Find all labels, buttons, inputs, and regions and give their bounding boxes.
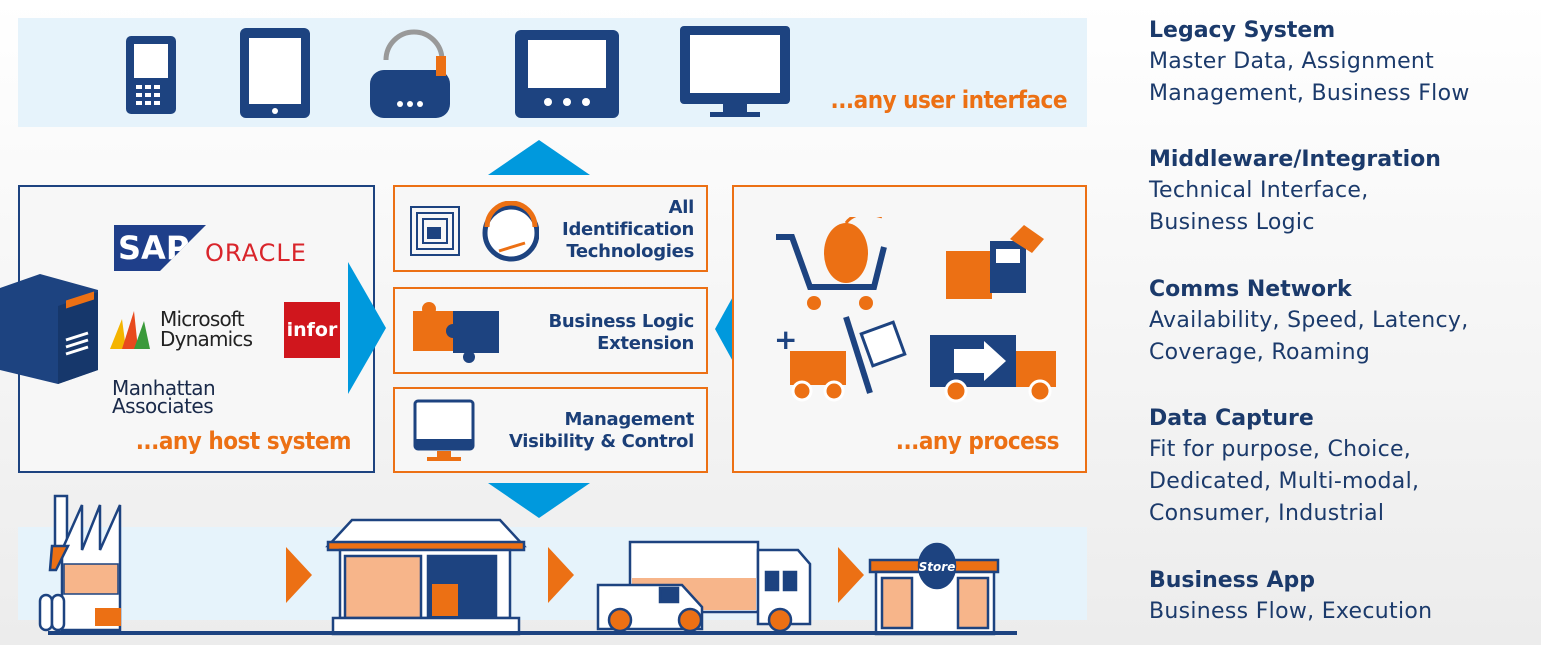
puzzle-icon xyxy=(413,302,499,363)
up-arrow-icon xyxy=(488,140,590,175)
van-and-truck-icon xyxy=(596,540,812,633)
process-box: + ...any process xyxy=(732,185,1087,473)
management-visibility-label: Management Visibility & Control xyxy=(508,409,694,452)
forklift-icon: + xyxy=(774,316,907,402)
group-title: Middleware/Integration xyxy=(1149,147,1441,172)
group-text: Management, Business Flow xyxy=(1149,81,1470,106)
supply-chain-illustration: Store xyxy=(38,494,1017,636)
store-sign-label: Store xyxy=(919,560,956,574)
business-logic-box: Business Logic Extension xyxy=(393,287,708,374)
flow-arrow-icon xyxy=(548,547,574,603)
group-title: Data Capture xyxy=(1149,406,1314,431)
management-visibility-box: Management Visibility & Control xyxy=(393,387,708,473)
flow-arrow-icon xyxy=(286,547,312,603)
data-capture-group: Data Capture Fit for purpose, Choice, Dedi… xyxy=(1149,404,1539,530)
business-logic-label: Business Logic Extension xyxy=(548,311,695,354)
group-text: Business Flow, Execution xyxy=(1149,599,1433,624)
group-text: Dedicated, Multi-modal, xyxy=(1149,469,1420,494)
factory-icon xyxy=(38,494,122,632)
infor-logo: infor xyxy=(284,302,340,358)
group-text: Fit for purpose, Choice, xyxy=(1149,437,1412,462)
identification-technologies-box: All Identification Technologies xyxy=(393,185,708,272)
group-text: Business Logic xyxy=(1149,210,1315,235)
manhattan-associates-logo: Manhattan Associates xyxy=(112,376,216,418)
monitor-icon xyxy=(413,399,475,461)
legacy-system-group: Legacy System Master Data, Assignment Mana… xyxy=(1149,16,1539,110)
sap-logo: SAP xyxy=(114,225,206,271)
group-title: Legacy System xyxy=(1149,18,1336,43)
group-text: Coverage, Roaming xyxy=(1149,340,1371,365)
dynamics-logo-icon xyxy=(110,311,150,349)
flow-arrow-icon xyxy=(838,547,864,603)
group-title: Comms Network xyxy=(1149,277,1352,302)
business-app-group: Business App Business Flow, Execution xyxy=(1149,566,1539,628)
store-icon: Store xyxy=(868,542,1000,636)
group-text: Technical Interface, xyxy=(1149,178,1369,203)
group-text: Availability, Speed, Latency, xyxy=(1149,308,1469,333)
right-arrow-icon xyxy=(348,262,386,394)
package-scanner-icon xyxy=(946,225,1044,299)
warehouse-icon xyxy=(325,518,527,636)
group-text: Master Data, Assignment xyxy=(1149,49,1435,74)
shopping-cart-icon xyxy=(776,217,887,310)
microsoft-dynamics-logo: Microsoft Dynamics xyxy=(160,307,253,351)
server-icon xyxy=(0,274,98,384)
any-host-system-label: ...any host system xyxy=(135,427,352,455)
group-text: Consumer, Industrial xyxy=(1149,501,1385,526)
any-process-label: ...any process xyxy=(895,427,1060,455)
middleware-group: Middleware/Integration Technical Interfac… xyxy=(1149,145,1539,239)
identification-technologies-label: All Identification Technologies xyxy=(562,197,694,262)
comms-network-group: Comms Network Availability, Speed, Latenc… xyxy=(1149,275,1539,369)
oracle-logo: ORACLE xyxy=(205,239,307,267)
process-icons: + xyxy=(774,217,1056,403)
rfid-and-headset-icons xyxy=(410,201,539,262)
delivery-truck-icon xyxy=(930,335,1056,403)
group-title: Business App xyxy=(1149,568,1316,593)
